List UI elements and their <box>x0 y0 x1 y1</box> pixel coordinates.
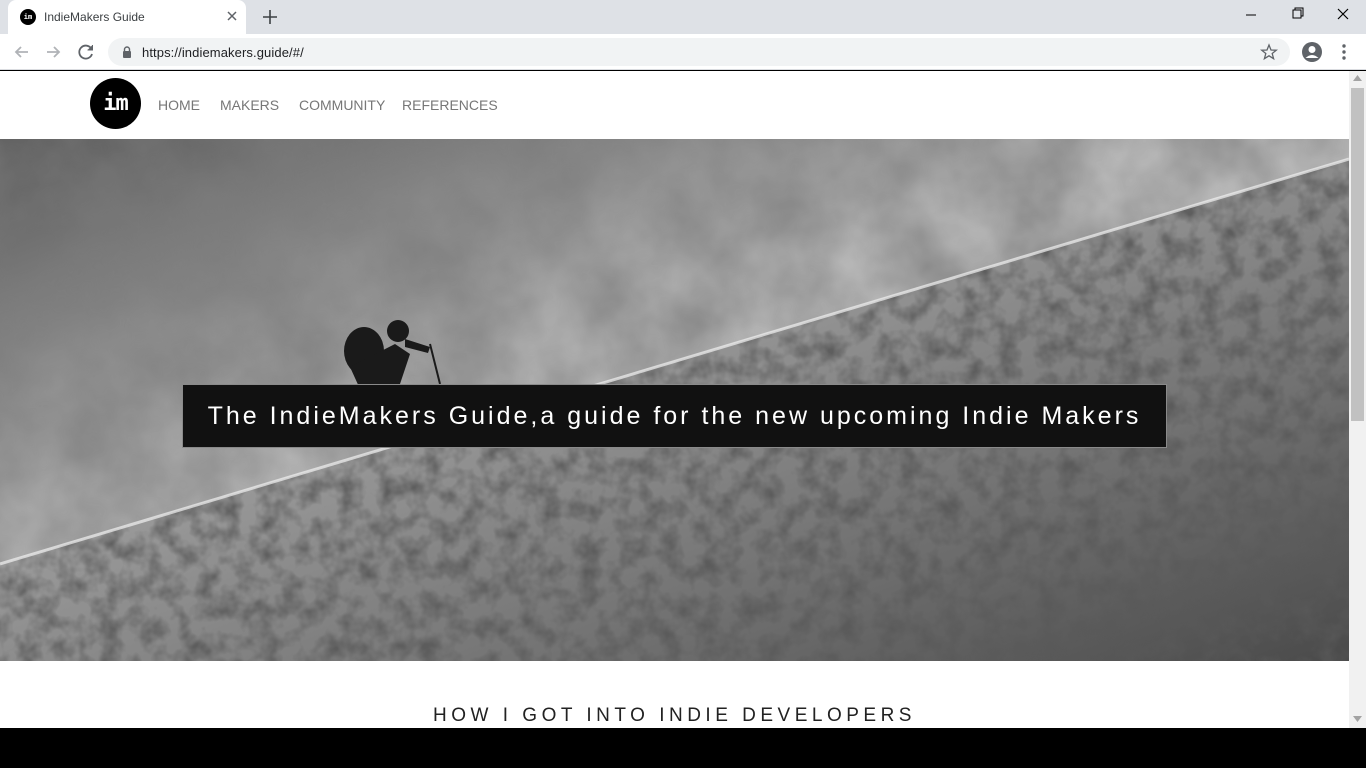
favicon-icon: im <box>20 9 36 25</box>
maximize-icon[interactable] <box>1274 0 1320 30</box>
more-vert-icon[interactable] <box>1336 41 1352 63</box>
account-icon[interactable] <box>1301 41 1323 63</box>
window-close-icon[interactable] <box>1320 0 1366 30</box>
nav-makers-link[interactable]: MAKERS <box>220 97 279 113</box>
browser-toolbar: https://indiemakers.guide/#/ <box>0 34 1366 70</box>
site-logo[interactable]: im <box>90 78 141 129</box>
plus-icon[interactable] <box>260 7 280 27</box>
hero-caption: The IndieMakers Guide,a guide for the ne… <box>182 384 1167 448</box>
tab-strip: im IndieMakers Guide <box>0 0 1366 34</box>
lock-icon[interactable] <box>120 45 134 59</box>
tab-title: IndieMakers Guide <box>44 10 145 24</box>
nav-home-link[interactable]: HOME <box>158 97 200 113</box>
scroll-down-arrow-icon[interactable] <box>1353 716 1362 722</box>
back-arrow-icon[interactable] <box>11 41 33 63</box>
bottom-black-bar <box>0 728 1366 768</box>
minimize-icon[interactable] <box>1228 0 1274 30</box>
close-icon[interactable] <box>224 8 240 24</box>
star-icon[interactable] <box>1260 43 1278 61</box>
hero-banner: The IndieMakers Guide,a guide for the ne… <box>0 139 1349 661</box>
nav-community-link[interactable]: COMMUNITY <box>299 97 385 113</box>
page-viewport: im HOME MAKERS COMMUNITY REFERENCES The … <box>0 71 1349 728</box>
browser-tab[interactable]: im IndieMakers Guide <box>8 0 246 34</box>
site-navbar: im HOME MAKERS COMMUNITY REFERENCES <box>0 71 1349 139</box>
section-heading: HOW I GOT INTO INDIE DEVELOPERS <box>433 705 916 726</box>
url-text[interactable]: https://indiemakers.guide/#/ <box>142 45 304 60</box>
scroll-up-arrow-icon[interactable] <box>1353 75 1362 81</box>
scroll-thumb[interactable] <box>1351 88 1364 421</box>
page-scrollbar[interactable] <box>1349 71 1366 728</box>
nav-references-link[interactable]: REFERENCES <box>402 97 498 113</box>
reload-icon[interactable] <box>75 41 97 63</box>
forward-arrow-icon[interactable] <box>42 41 64 63</box>
address-bar[interactable]: https://indiemakers.guide/#/ <box>108 38 1290 66</box>
